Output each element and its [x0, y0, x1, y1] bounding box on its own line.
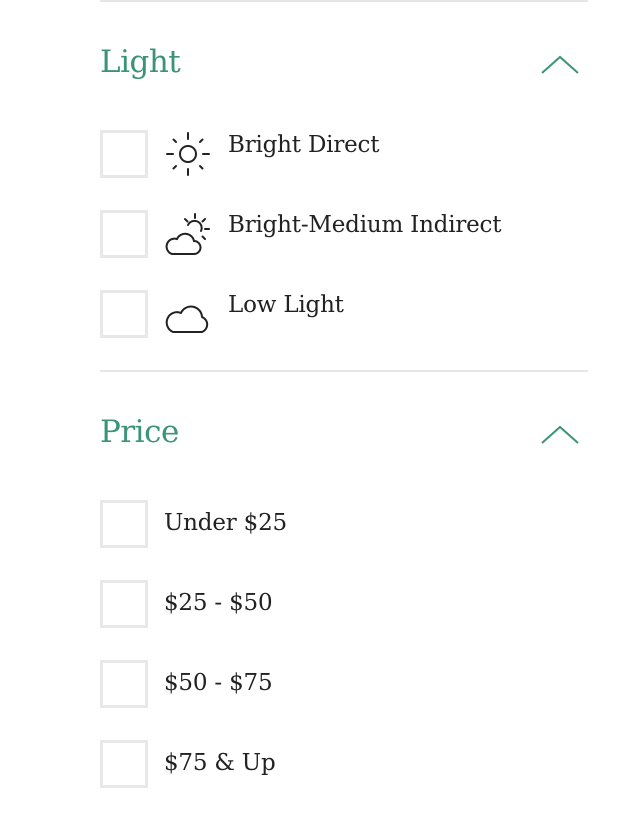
checkbox[interactable] — [100, 130, 148, 178]
checkbox[interactable] — [100, 290, 148, 338]
partly-cloudy-icon — [165, 213, 210, 255]
checkbox[interactable] — [100, 500, 148, 548]
light-option-bright-medium-indirect[interactable]: Bright-Medium Indirect — [100, 210, 588, 258]
checkbox[interactable] — [100, 740, 148, 788]
light-option-low-light[interactable]: Low Light — [100, 290, 588, 338]
price-option-25-50[interactable]: $25 - $50 — [100, 580, 588, 628]
chevron-up-icon[interactable] — [540, 424, 580, 446]
light-option-bright-direct[interactable]: Bright Direct — [100, 130, 588, 178]
option-label: $25 - $50 — [164, 590, 273, 616]
price-section-title: Price — [100, 414, 179, 450]
option-label: $50 - $75 — [164, 670, 273, 696]
checkbox[interactable] — [100, 660, 148, 708]
light-section-header[interactable]: Light — [100, 2, 588, 122]
option-label: Bright-Medium Indirect — [228, 212, 502, 238]
cloud-icon — [165, 305, 209, 333]
checkbox[interactable] — [100, 210, 148, 258]
price-option-under-25[interactable]: Under $25 — [100, 500, 588, 548]
chevron-up-icon[interactable] — [540, 54, 580, 76]
option-label: Under $25 — [164, 510, 287, 536]
option-label: Bright Direct — [228, 132, 380, 158]
sun-icon — [166, 132, 210, 176]
light-section-title: Light — [100, 44, 181, 80]
price-option-75-up[interactable]: $75 & Up — [100, 740, 588, 788]
price-section-header[interactable]: Price — [100, 372, 588, 492]
option-label: $75 & Up — [164, 750, 276, 776]
checkbox[interactable] — [100, 580, 148, 628]
option-label: Low Light — [228, 292, 344, 318]
price-option-50-75[interactable]: $50 - $75 — [100, 660, 588, 708]
